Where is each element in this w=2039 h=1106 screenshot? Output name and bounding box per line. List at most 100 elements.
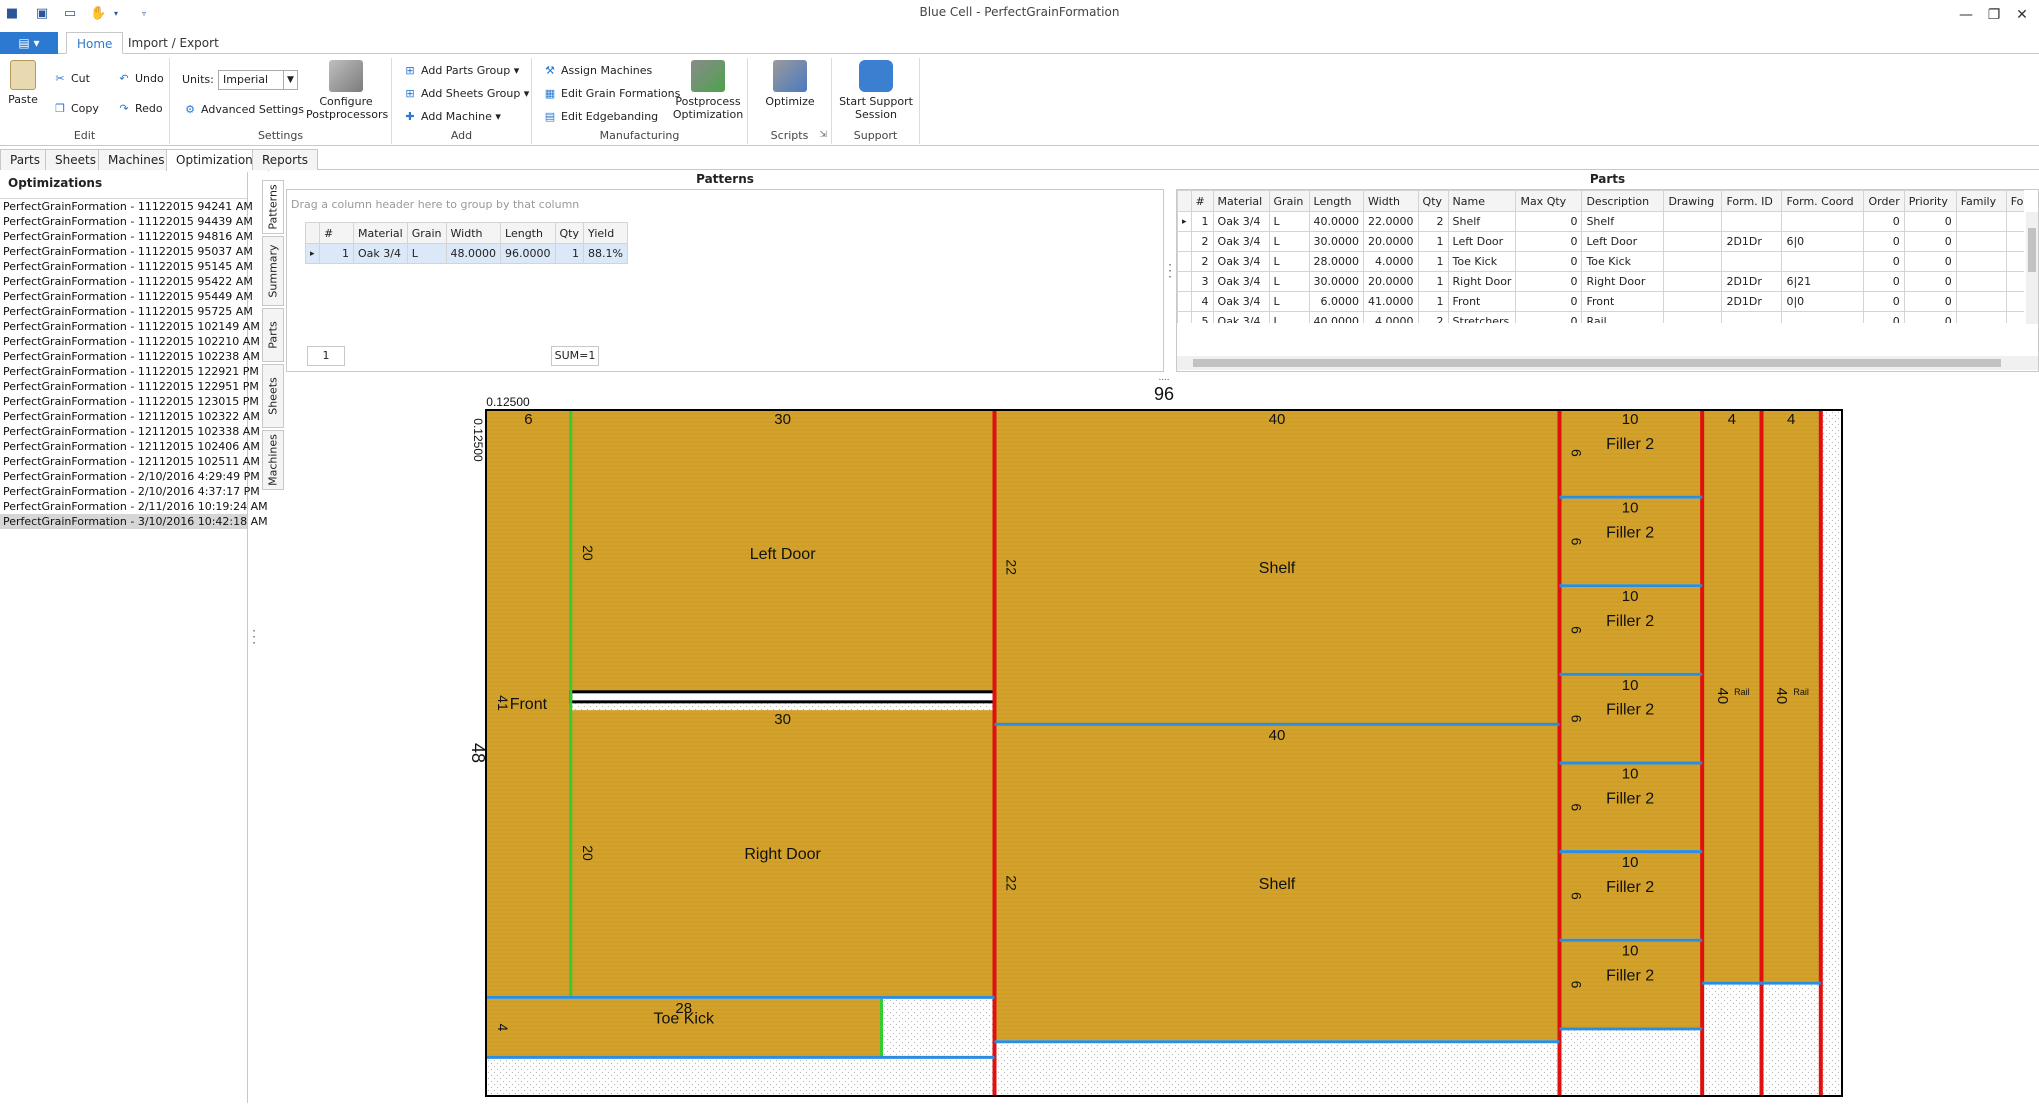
optimization-list-item[interactable]: PerfectGrainFormation - 11122015 102238 …	[0, 349, 260, 364]
optimization-list-item[interactable]: PerfectGrainFormation - 11122015 95725 A…	[0, 304, 253, 319]
optimization-list-item[interactable]: PerfectGrainFormation - 11122015 102149 …	[0, 319, 260, 334]
restore-button[interactable]: ❐	[1980, 4, 2008, 26]
optimization-list-item[interactable]: PerfectGrainFormation - 11122015 95145 A…	[0, 259, 253, 274]
tab-reports[interactable]: Reports	[252, 149, 319, 170]
assign-machines-button[interactable]: ⚒ Assign Machines	[542, 64, 652, 77]
support-label: Start Support Session	[839, 95, 913, 121]
patterns-column-header[interactable]: Grain	[406, 222, 447, 244]
add-machine-label: Add Machine	[421, 110, 492, 123]
cut-button[interactable]: ✂ Cut	[52, 72, 90, 85]
optimization-list-item[interactable]: PerfectGrainFormation - 11122015 122921 …	[0, 364, 259, 379]
parts-cell: 0	[1903, 311, 1957, 323]
patterns-column-header[interactable]: Yield	[583, 222, 628, 244]
row-indicator-header	[305, 222, 320, 244]
optimization-list-item[interactable]: PerfectGrainFormation - 2/11/2016 10:19:…	[0, 499, 268, 514]
parts-row[interactable]: 5 Oak 3/4 L 40.0000 4.0000 2 Stretchers 0 Rail 0 0	[1177, 311, 2024, 323]
parts-cell: 2	[1190, 231, 1214, 252]
close-button[interactable]: ✕	[2008, 4, 2036, 26]
optimization-list-item[interactable]: PerfectGrainFormation - 11122015 122951 …	[0, 379, 259, 394]
pattern-row[interactable]: ▸ 1 Oak 3/4 L 48.0000 96.0000 1 88.1%	[305, 243, 628, 264]
parts-column-header[interactable]: Form. Coord	[1781, 190, 1865, 212]
tab-machines[interactable]: Machines	[98, 149, 175, 170]
patterns-column-header[interactable]: Width	[445, 222, 502, 244]
parts-row[interactable]: 3 Oak 3/4 L 30.0000 20.0000 1 Right Door 0 Right…	[1177, 271, 2024, 292]
optimization-list-item[interactable]: PerfectGrainFormation - 11122015 123015 …	[0, 394, 259, 409]
optimization-list-item[interactable]: PerfectGrainFormation - 2/10/2016 4:29:4…	[0, 469, 260, 484]
parts-column-header[interactable]: Name	[1447, 190, 1517, 212]
optimization-list-item[interactable]: PerfectGrainFormation - 2/10/2016 4:37:1…	[0, 484, 260, 499]
postprocess-optimization-button[interactable]: Postprocess Optimization	[672, 60, 744, 121]
tab-sheets[interactable]: Sheets	[45, 149, 106, 170]
vtab-parts[interactable]: Parts	[262, 308, 284, 362]
optimization-list-item[interactable]: PerfectGrainFormation - 12112015 102406 …	[0, 439, 260, 454]
add-sheets-group-button[interactable]: ⊞ Add Sheets Group ▾	[402, 87, 529, 100]
parts-column-header[interactable]: Max Qty	[1515, 190, 1583, 212]
parts-column-header[interactable]: #	[1190, 190, 1214, 212]
minimize-button[interactable]: —	[1952, 4, 1980, 26]
patterns-column-header[interactable]: #	[319, 222, 354, 244]
parts-cell	[1781, 211, 1865, 232]
add-machine-button[interactable]: ✚ Add Machine ▾	[402, 110, 500, 123]
patterns-column-header[interactable]: Length	[500, 222, 556, 244]
parts-column-header[interactable]: Form. ID	[1721, 190, 1783, 212]
copy-button[interactable]: ❐ Copy	[52, 102, 99, 115]
parts-column-header[interactable]: Width	[1363, 190, 1419, 212]
configure-postprocessors-button[interactable]: Configure Postprocessors	[306, 60, 388, 121]
undo-button[interactable]: ↶ Undo	[116, 72, 163, 85]
parts-column-header[interactable]: Order	[1863, 190, 1905, 212]
optimization-list-item[interactable]: PerfectGrainFormation - 11122015 94241 A…	[0, 199, 253, 214]
file-menu-button[interactable]: ▤ ▾	[0, 32, 58, 54]
optimization-list-item[interactable]: PerfectGrainFormation - 12112015 102511 …	[0, 454, 260, 469]
part-name-label: Filler 2	[1606, 879, 1654, 896]
optimization-list-item[interactable]: PerfectGrainFormation - 11122015 102210 …	[0, 334, 260, 349]
add-parts-group-button[interactable]: ⊞ Add Parts Group ▾	[402, 64, 519, 77]
tab-home[interactable]: Home	[66, 32, 124, 54]
dialog-launcher-icon[interactable]: ⇲	[819, 130, 827, 140]
parts-column-header[interactable]: Qty	[1417, 190, 1449, 212]
optimization-list-item[interactable]: PerfectGrainFormation - 11122015 94439 A…	[0, 214, 253, 229]
optimization-list-item[interactable]: PerfectGrainFormation - 11122015 94816 A…	[0, 229, 253, 244]
patterns-column-header[interactable]: Qty	[554, 222, 585, 244]
part-rect[interactable]	[1762, 410, 1820, 982]
start-support-session-button[interactable]: Start Support Session	[836, 60, 916, 121]
parts-column-header[interactable]: Description	[1581, 190, 1665, 212]
optimization-list-item[interactable]: PerfectGrainFormation - 12112015 102338 …	[0, 424, 260, 439]
horizontal-scroll-thumb[interactable]	[1193, 359, 2001, 367]
edit-grain-formations-button[interactable]: ▦ Edit Grain Formations	[542, 87, 681, 100]
parts-cell	[1955, 271, 2007, 292]
paste-button[interactable]: Paste	[6, 60, 40, 106]
optimization-list-item[interactable]: PerfectGrainFormation - 11122015 95422 A…	[0, 274, 253, 289]
parts-column-header[interactable]: Length	[1308, 190, 1365, 212]
parts-column-header[interactable]: Form	[2005, 190, 2024, 212]
parts-row[interactable]: ▸ 1 Oak 3/4 L 40.0000 22.0000 2 Shelf 0 Shelf 0 0	[1177, 211, 2024, 232]
parts-cell	[2005, 311, 2024, 323]
parts-column-header[interactable]: Priority	[1903, 190, 1957, 212]
optimization-list-item[interactable]: PerfectGrainFormation - 3/10/2016 10:42:…	[0, 514, 268, 529]
parts-horizontal-scrollbar[interactable]	[1177, 356, 2038, 370]
patterns-column-header[interactable]: Material	[353, 222, 408, 244]
optimize-button[interactable]: Optimize	[756, 60, 824, 108]
parts-column-header[interactable]: Family	[1955, 190, 2007, 212]
redo-button[interactable]: ↷ Redo	[116, 102, 162, 115]
parts-column-header[interactable]: Drawing	[1663, 190, 1723, 212]
advanced-settings-button[interactable]: ⚙ Advanced Settings	[182, 103, 304, 116]
tab-import-export[interactable]: Import / Export	[118, 32, 229, 54]
optimization-list-item[interactable]: PerfectGrainFormation - 11122015 95037 A…	[0, 244, 253, 259]
parts-row[interactable]: 2 Oak 3/4 L 30.0000 20.0000 1 Left Door 0 Left D…	[1177, 231, 2024, 252]
parts-row[interactable]: 4 Oak 3/4 L 6.0000 41.0000 1 Front 0 Front 2D1Dr 0…	[1177, 291, 2024, 312]
vtab-summary[interactable]: Summary	[262, 236, 284, 306]
parts-vertical-scrollbar[interactable]	[2026, 212, 2038, 324]
parts-row[interactable]: 2 Oak 3/4 L 28.0000 4.0000 1 Toe Kick 0 Toe Kick…	[1177, 251, 2024, 272]
part-width-label: 6	[1569, 892, 1585, 900]
edit-edgebanding-button[interactable]: ▤ Edit Edgebanding	[542, 110, 658, 123]
vtab-patterns[interactable]: Patterns	[262, 180, 284, 234]
parts-column-header[interactable]: Grain	[1268, 190, 1310, 212]
vertical-scroll-thumb[interactable]	[2028, 228, 2036, 272]
part-rect[interactable]	[1703, 410, 1761, 982]
tab-parts[interactable]: Parts	[0, 149, 50, 170]
optimization-list-item[interactable]: PerfectGrainFormation - 11122015 95449 A…	[0, 289, 253, 304]
optimization-list-item[interactable]: PerfectGrainFormation - 12112015 102322 …	[0, 409, 260, 424]
units-select[interactable]: Imperial ▼	[218, 70, 298, 90]
middle-splitter-handle[interactable]: · · ·	[1166, 259, 1174, 283]
parts-column-header[interactable]: Material	[1212, 190, 1270, 212]
